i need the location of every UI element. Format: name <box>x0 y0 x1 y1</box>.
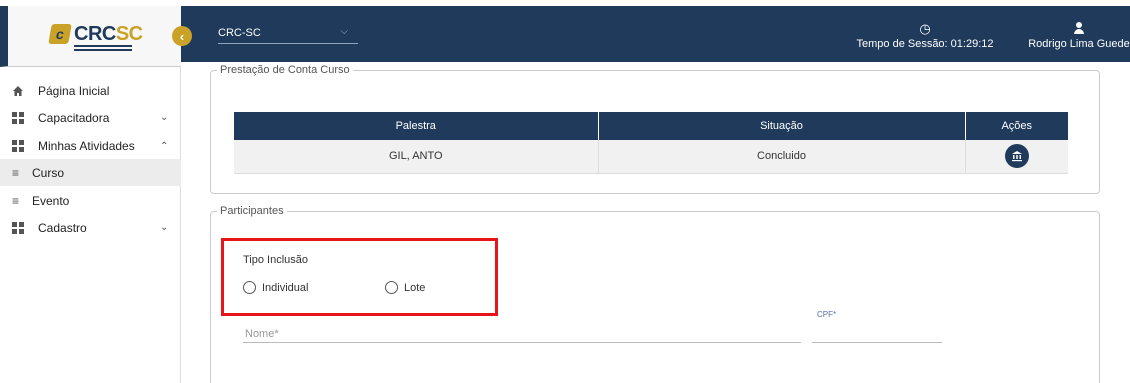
user-menu[interactable]: Rodrigo Lima Guede <box>1019 22 1130 50</box>
logo-text: CRCSC <box>74 23 143 45</box>
logo-mark: c <box>48 24 72 44</box>
home-icon <box>13 85 23 96</box>
radio-individual[interactable]: Individual <box>243 281 308 294</box>
main-content: Prestação de Conta Curso Palestra Situaç… <box>181 62 1130 383</box>
crcsc-logo[interactable]: c CRCSC <box>48 23 143 45</box>
cpf-label: CPF* <box>817 310 837 319</box>
sidebar-item-label: Página Inicial <box>38 83 110 98</box>
sidebar-item-label: Capacitadora <box>38 110 110 125</box>
prestar-conta-button[interactable] <box>1004 144 1029 169</box>
sidebar-item-evento[interactable]: ≡ Evento <box>0 187 181 214</box>
situacao-cell: Concluido <box>598 140 966 174</box>
grid-icon <box>12 221 24 234</box>
chevron-left-icon: ‹ <box>179 28 185 44</box>
radio-label: Lote <box>404 281 426 294</box>
participantes-legend: Participantes <box>220 205 284 217</box>
logo-area: c CRCSC <box>0 6 181 67</box>
chevron-down-icon: ⌄ <box>160 222 169 233</box>
nome-input[interactable]: Nome* <box>243 325 801 343</box>
prestacao-fieldset: Prestação de Conta Curso Palestra Situaç… <box>210 64 1100 194</box>
column-header-acoes: Ações <box>965 112 1068 140</box>
sidebar-item-capacitadora[interactable]: Capacitadora ⌄ <box>0 104 181 131</box>
radio-circle-icon <box>243 281 256 294</box>
sidebar-item-label: Curso <box>32 165 65 180</box>
tipo-inclusao-label: Tipo Inclusão <box>243 254 309 266</box>
list-icon: ≡ <box>12 193 20 208</box>
palestra-table: Palestra Situação Ações GIL, ANTO Conclu… <box>234 112 1068 174</box>
cpf-input[interactable] <box>812 325 942 343</box>
list-icon: ≡ <box>12 165 20 180</box>
column-header-palestra: Palestra <box>234 112 599 140</box>
session-timer: ◷ Tempo de Sessão: 01:29:12 <box>855 22 995 50</box>
user-name: Rodrigo Lima Guede <box>1028 38 1130 50</box>
chevron-down-icon: ⌵ <box>340 26 348 37</box>
chevron-down-icon: ⌄ <box>160 112 169 123</box>
org-select[interactable]: CRC-SC ⌵ <box>218 26 358 44</box>
sidebar: c CRCSC Página Inicial Capacitadora ⌄ Mi… <box>0 6 181 383</box>
org-select-value: CRC-SC <box>218 27 261 39</box>
header: CRC-SC ⌵ ◷ Tempo de Sessão: 01:29:12 Rod… <box>181 6 1130 62</box>
sidebar-item-cadastro[interactable]: Cadastro ⌄ <box>0 214 181 241</box>
sidebar-item-label: Evento <box>32 193 70 208</box>
logo-subtitle <box>74 45 132 53</box>
sidebar-item-curso[interactable]: ≡ Curso <box>0 159 181 186</box>
session-label: Tempo de Sessão: 01:29:12 <box>856 38 994 50</box>
radio-lote[interactable]: Lote <box>385 281 425 294</box>
sidebar-item-pagina-inicial[interactable]: Página Inicial <box>0 77 181 104</box>
chevron-up-icon: ⌃ <box>160 141 169 152</box>
grid-icon <box>12 111 24 124</box>
grid-icon <box>12 139 24 152</box>
table-row: GIL, ANTO Concluido <box>234 140 1068 174</box>
sidebar-item-label: Cadastro <box>38 220 87 235</box>
collapse-sidebar-button[interactable]: ‹ <box>172 26 192 46</box>
highlight-box <box>221 238 498 316</box>
clock-icon: ◷ <box>919 21 931 36</box>
bank-icon <box>1011 151 1022 162</box>
user-icon <box>1073 22 1085 35</box>
prestacao-legend: Prestação de Conta Curso <box>220 64 350 76</box>
sidebar-item-minhas-atividades[interactable]: Minhas Atividades ⌃ <box>0 132 181 159</box>
sidebar-item-label: Minhas Atividades <box>38 138 135 153</box>
radio-label: Individual <box>262 281 309 294</box>
radio-circle-icon <box>385 281 398 294</box>
nome-placeholder: Nome* <box>245 328 279 340</box>
palestra-cell: GIL, ANTO <box>234 140 599 174</box>
acoes-cell <box>965 140 1068 174</box>
column-header-situacao: Situação <box>598 112 966 140</box>
